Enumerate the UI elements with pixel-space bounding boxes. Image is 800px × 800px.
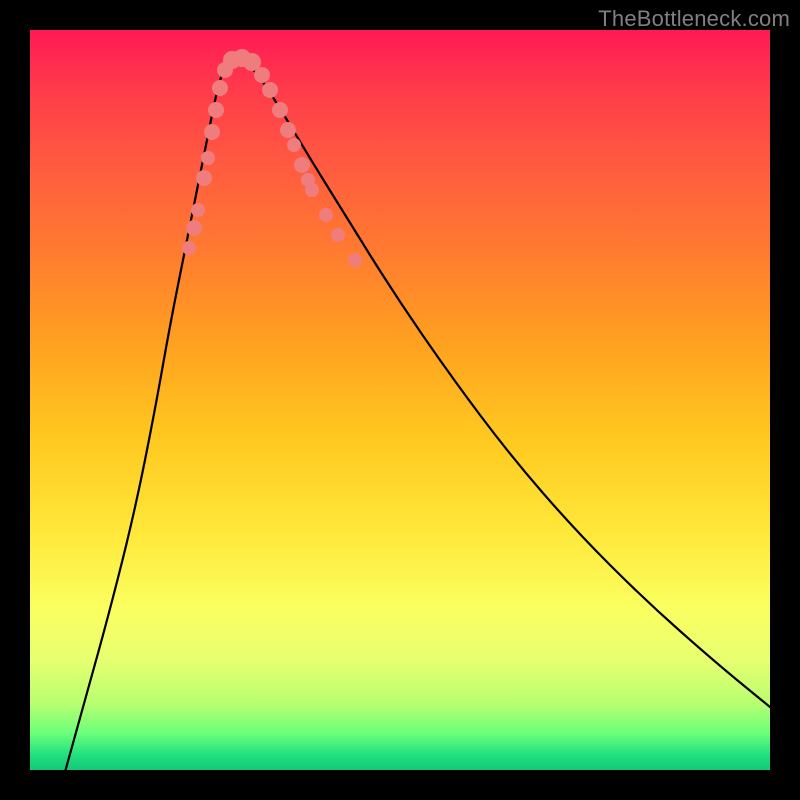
data-point	[204, 124, 220, 140]
data-point	[186, 220, 202, 236]
plot-area	[30, 30, 770, 770]
watermark-text: TheBottleneck.com	[598, 6, 790, 32]
curve-layer	[30, 30, 770, 770]
data-point	[182, 241, 196, 255]
data-point	[272, 102, 288, 118]
chart-frame: TheBottleneck.com	[0, 0, 800, 800]
highlighted-points-group	[182, 49, 362, 267]
data-point	[196, 170, 212, 186]
data-point	[305, 183, 319, 197]
data-point	[191, 203, 205, 217]
data-point	[208, 102, 224, 118]
data-point	[331, 228, 345, 242]
data-point	[319, 208, 333, 222]
data-point	[262, 82, 278, 98]
data-point	[280, 122, 296, 138]
data-point	[212, 80, 228, 96]
data-point	[287, 138, 301, 152]
data-point	[254, 67, 270, 83]
data-point	[348, 253, 362, 267]
data-point	[201, 151, 215, 165]
bottleneck-curve	[60, 58, 770, 770]
data-point	[294, 157, 310, 173]
